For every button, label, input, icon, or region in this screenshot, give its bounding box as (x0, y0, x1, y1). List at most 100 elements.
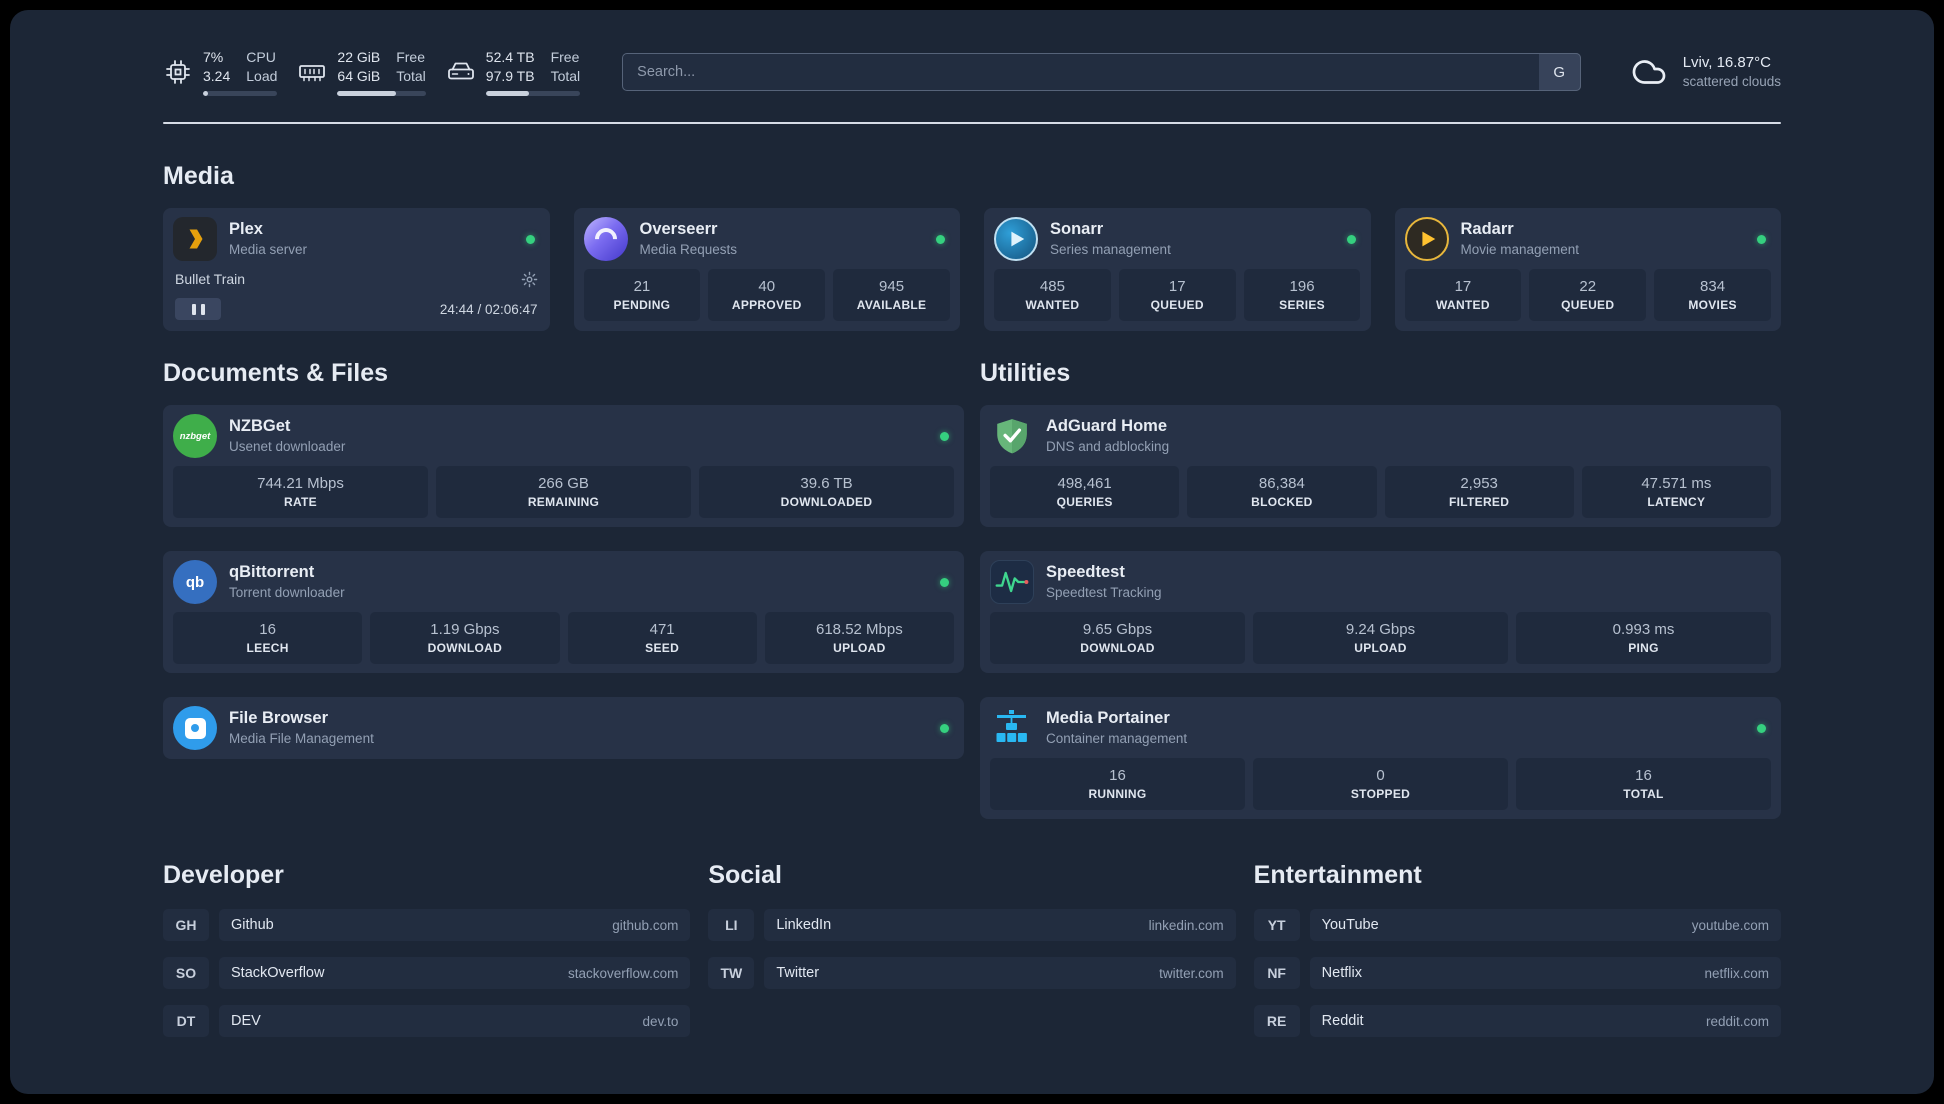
stat-value: 9.65 Gbps (1082, 621, 1153, 638)
section-utilities: Utilities AdGuard Home DNS and adblockin… (980, 357, 1781, 819)
stat-available: 945 AVAILABLE (833, 269, 950, 321)
bookmark-url: linkedin.com (1148, 917, 1224, 933)
bookmark-linkedin[interactable]: LI LinkedIn linkedin.com (708, 909, 1236, 941)
bookmark-dev[interactable]: DT DEV dev.to (163, 1005, 691, 1037)
stat-stopped: 0 STOPPED (1253, 758, 1508, 810)
stat-queries: 498,461 QUERIES (990, 466, 1180, 518)
stat-value: 0 (1376, 767, 1385, 784)
bookmark-abbr: YT (1253, 909, 1300, 941)
stat-label: WANTED (1436, 298, 1490, 312)
service-stats: 17 WANTED 22 QUEUED 834 MOVIES (1404, 269, 1772, 321)
stat-label: UPLOAD (1354, 641, 1407, 655)
bookmark-github[interactable]: GH Github github.com (163, 909, 691, 941)
nzbget-icon: nzbget (173, 414, 217, 458)
cpu-icon (166, 60, 190, 84)
radarr-icon (1404, 217, 1449, 261)
search-engine-button[interactable]: G (1538, 53, 1581, 91)
service-subtitle: Torrent downloader (229, 585, 345, 600)
bookmark-twitter[interactable]: TW Twitter twitter.com (708, 957, 1236, 989)
stat-label: BLOCKED (1251, 495, 1313, 509)
service-subtitle: Media Requests (639, 242, 738, 257)
stat-wanted: 485 WANTED (994, 269, 1111, 321)
stat-movies: 834 MOVIES (1654, 269, 1771, 321)
section-title-utilities: Utilities (980, 359, 1071, 387)
memory-total-label: Total (396, 68, 426, 84)
section-title-media: Media (163, 162, 234, 190)
stat-value: 47.571 ms (1641, 475, 1712, 492)
stat-label: PENDING (613, 298, 671, 312)
service-card-overseerr[interactable]: Overseerr Media Requests 21 PENDING 40 APP… (573, 208, 960, 331)
bookmark-abbr: TW (708, 957, 755, 989)
status-dot (1757, 234, 1766, 244)
stat-value: 471 (649, 621, 675, 638)
stat-download: 9.65 Gbps DOWNLOAD (990, 612, 1245, 664)
load-label: Load (246, 68, 278, 84)
stat-label: WANTED (1025, 298, 1080, 312)
stat-value: 498,461 (1057, 475, 1112, 492)
weather-condition: scattered clouds (1682, 74, 1781, 89)
service-header: File Browser Media File Management (173, 706, 954, 750)
divider (163, 122, 1781, 124)
portainer-icon (990, 706, 1034, 750)
stat-leech: 16 LEECH (173, 612, 363, 664)
weather-location: Lviv, 16.87°C (1682, 54, 1771, 71)
bookmark-group-social: Social LI LinkedIn linkedin.com TW Twitte… (708, 859, 1236, 989)
bookmark-abbr: GH (163, 909, 209, 941)
search-bar: G (622, 53, 1581, 91)
service-name: Media Portainer (1046, 709, 1170, 727)
service-name: Overseerr (639, 220, 718, 238)
stat-label: DOWNLOADED (780, 495, 873, 509)
bookmark-group-title: Developer (163, 861, 284, 889)
stat-filtered: 2,953 FILTERED (1384, 466, 1574, 518)
service-card-qbittorrent[interactable]: qb qBittorrent Torrent downloader 16 LEEC… (163, 551, 964, 673)
bookmark-reddit[interactable]: RE Reddit reddit.com (1253, 1005, 1781, 1037)
bookmark-abbr: LI (708, 909, 755, 941)
bookmark-youtube[interactable]: YT YouTube youtube.com (1253, 909, 1781, 941)
service-subtitle: Series management (1050, 242, 1171, 257)
bookmark-name: YouTube (1321, 917, 1379, 933)
service-card-radarr[interactable]: Radarr Movie management 17 WANTED 22 QUEUE… (1394, 208, 1781, 331)
stat-label: SEED (645, 641, 680, 655)
stat-label: FILTERED (1449, 495, 1510, 509)
service-card-portainer[interactable]: Media Portainer Container management 16 R… (980, 697, 1781, 819)
service-subtitle: Media File Management (229, 731, 374, 746)
disk-free: 52.4 TB (485, 49, 535, 65)
status-dot (940, 723, 949, 733)
stat-value: 40 (758, 278, 776, 295)
service-name: Sonarr (1050, 220, 1104, 238)
service-card-sonarr[interactable]: Sonarr Series management 485 WANTED 17 QUE… (984, 208, 1371, 331)
bookmark-name: LinkedIn (776, 917, 832, 933)
bookmark-netflix[interactable]: NF Netflix netflix.com (1253, 957, 1781, 989)
settings-icon[interactable] (521, 271, 538, 288)
bookmark-abbr: SO (163, 957, 209, 989)
stat-value: 21 (633, 278, 651, 295)
service-stats: 9.65 Gbps DOWNLOAD 9.24 Gbps UPLOAD 0.993 … (990, 612, 1771, 664)
service-subtitle: Speedtest Tracking (1046, 585, 1162, 600)
service-name: AdGuard Home (1046, 417, 1168, 435)
service-subtitle: DNS and adblocking (1046, 439, 1170, 454)
status-dot (940, 431, 949, 441)
service-card-filebrowser[interactable]: File Browser Media File Management (163, 697, 964, 759)
pause-button[interactable] (175, 298, 221, 320)
service-card-adguard[interactable]: AdGuard Home DNS and adblocking 498,461 Q… (980, 405, 1781, 527)
memory-widget: 22 GiB 64 GiB Free Total (297, 48, 426, 96)
stat-label: RUNNING (1088, 787, 1147, 801)
stat-label: TOTAL (1623, 787, 1664, 801)
speedtest-icon (990, 560, 1034, 604)
topbar: 7% 3.24 CPU Load 22 GiB 64 GiB Free Tota… (163, 44, 1781, 100)
stat-download: 1.19 Gbps DOWNLOAD (370, 612, 560, 664)
service-card-plex[interactable]: Plex Media server Bullet Train 24:44 / 0… (163, 208, 550, 331)
bookmark-group-title: Social (708, 861, 782, 889)
bookmark-stackoverflow[interactable]: SO StackOverflow stackoverflow.com (163, 957, 691, 989)
memory-icon (299, 65, 326, 82)
stat-value: 86,384 (1258, 475, 1305, 492)
cpu-usage-fill (203, 91, 209, 96)
bookmark-abbr: NF (1253, 957, 1300, 989)
memory-free-label: Free (396, 49, 426, 65)
overseerr-icon (583, 217, 628, 261)
disk-total: 97.9 TB (485, 68, 535, 84)
search-input[interactable] (622, 53, 1581, 91)
service-card-nzbget[interactable]: nzbget NZBGet Usenet downloader 744.21 M… (163, 405, 964, 527)
stat-value: 618.52 Mbps (816, 621, 903, 638)
service-card-speedtest[interactable]: Speedtest Speedtest Tracking 9.65 Gbps DO… (980, 551, 1781, 673)
